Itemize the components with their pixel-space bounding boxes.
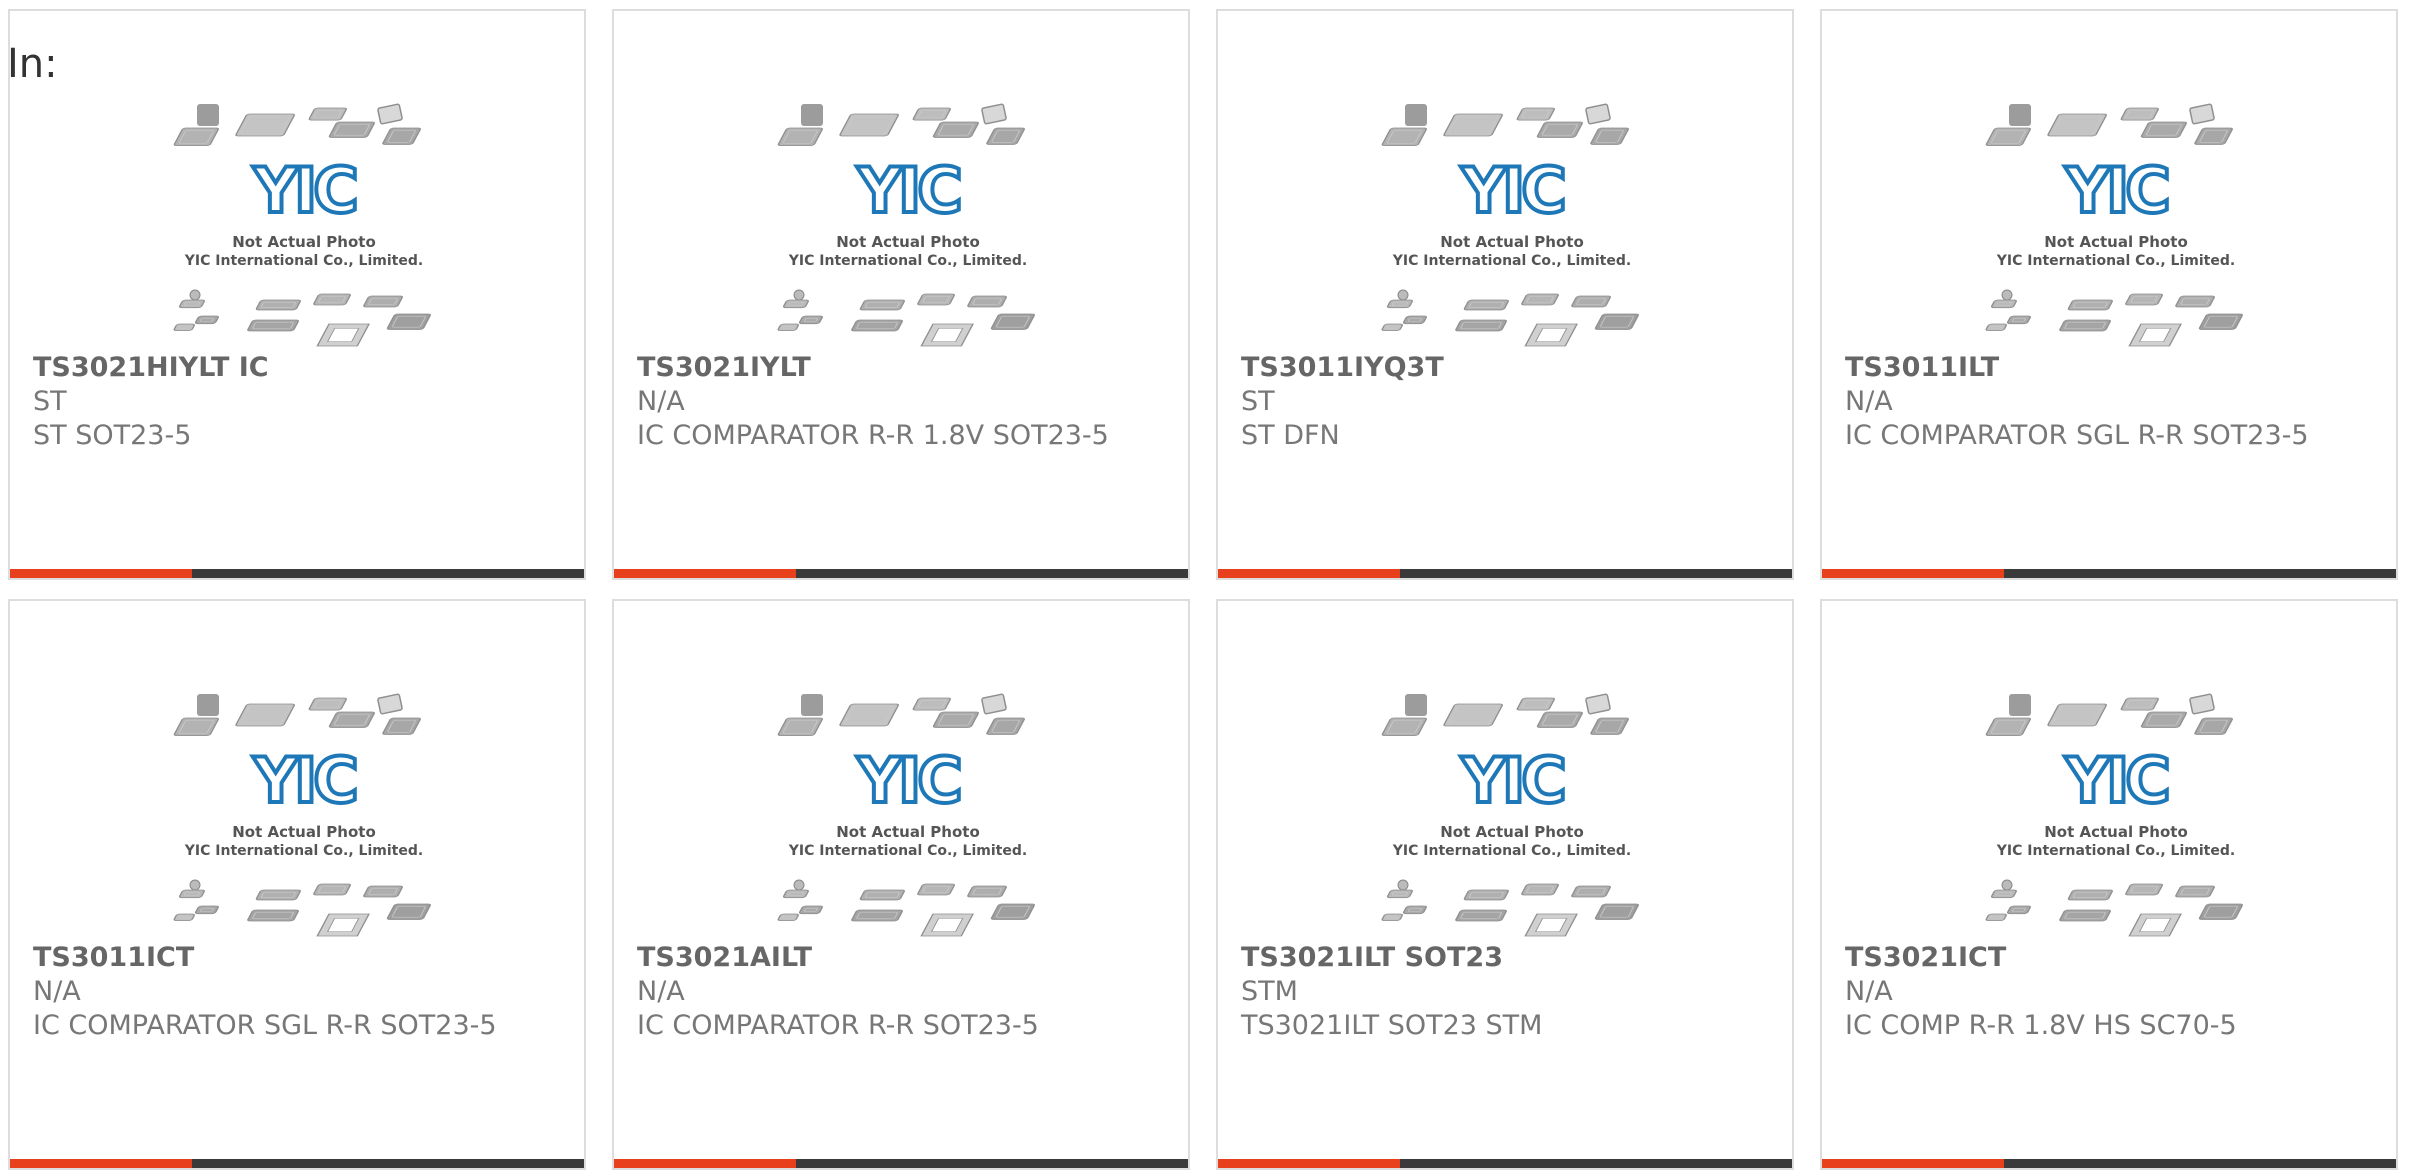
svg-text:YIC: YIC (2064, 744, 2167, 817)
chip-packages-placeholder-icon: YIC Not Actual Photo YIC International Co.… (773, 102, 1043, 350)
svg-text:YIC: YIC (1460, 744, 1563, 817)
svg-text:YIC: YIC (252, 154, 355, 227)
chip-packages-placeholder-icon: YIC Not Actual Photo YIC International Co.… (773, 692, 1043, 940)
chip-packages-placeholder-icon: YIC Not Actual Photo YIC International Co.… (169, 102, 439, 350)
chip-packages-placeholder-icon: YIC Not Actual Photo YIC International Co.… (169, 692, 439, 940)
svg-text:Not Actual Photo: Not Actual Photo (1440, 233, 1584, 251)
card-bottom-bar (614, 569, 1188, 578)
product-card[interactable]: YIC Not Actual Photo YIC International Co.… (8, 599, 586, 1170)
product-manufacturer: N/A (637, 976, 685, 1007)
svg-text:YIC International Co., Limited: YIC International Co., Limited. (1996, 253, 2235, 269)
svg-text:YIC: YIC (252, 744, 355, 817)
results-heading: In: (7, 41, 58, 87)
product-manufacturer: ST (1241, 386, 1275, 417)
product-manufacturer: N/A (33, 976, 81, 1007)
product-part-number: TS3011ILT (1845, 352, 2000, 383)
svg-text:YIC International Co., Limited: YIC International Co., Limited. (788, 253, 1027, 269)
product-description: ST SOT23-5 (33, 420, 192, 451)
svg-text:Not Actual Photo: Not Actual Photo (232, 233, 376, 251)
product-card[interactable]: YIC Not Actual Photo YIC International Co.… (1820, 9, 2398, 580)
product-part-number: TS3021ILT SOT23 (1241, 942, 1503, 973)
product-card[interactable]: YIC Not Actual Photo YIC International Co.… (1820, 599, 2398, 1170)
product-card[interactable]: YIC Not Actual Photo YIC International Co.… (612, 599, 1190, 1170)
svg-text:YIC International Co., Limited: YIC International Co., Limited. (184, 253, 423, 269)
card-bottom-bar (1822, 569, 2396, 578)
product-card[interactable]: YIC Not Actual Photo YIC International Co.… (1216, 9, 1794, 580)
chip-packages-placeholder-icon: YIC Not Actual Photo YIC International Co.… (1377, 692, 1647, 940)
card-bottom-bar (10, 569, 584, 578)
product-part-number: TS3021ICT (1845, 942, 2007, 973)
product-card[interactable]: YIC Not Actual Photo YIC International Co.… (612, 9, 1190, 580)
product-description: IC COMPARATOR R-R 1.8V SOT23-5 (637, 420, 1109, 451)
product-grid: YIC Not Actual Photo YIC International Co.… (8, 9, 2400, 1170)
svg-text:YIC: YIC (1460, 154, 1563, 227)
svg-text:YIC International Co., Limited: YIC International Co., Limited. (1996, 843, 2235, 859)
product-manufacturer: N/A (1845, 386, 1893, 417)
product-description: IC COMP R-R 1.8V HS SC70-5 (1845, 1010, 2237, 1041)
chip-packages-placeholder-icon: YIC Not Actual Photo YIC International Co.… (1981, 102, 2251, 350)
product-manufacturer: N/A (637, 386, 685, 417)
product-card[interactable]: YIC Not Actual Photo YIC International Co.… (8, 9, 586, 580)
svg-text:YIC International Co., Limited: YIC International Co., Limited. (1392, 843, 1631, 859)
product-part-number: TS3021IYLT (637, 352, 811, 383)
svg-text:YIC: YIC (2064, 154, 2167, 227)
card-bar-accent (10, 569, 192, 578)
product-description: IC COMPARATOR SGL R-R SOT23-5 (33, 1010, 497, 1041)
product-description: ST DFN (1241, 420, 1340, 451)
product-manufacturer: ST (33, 386, 67, 417)
svg-text:Not Actual Photo: Not Actual Photo (836, 823, 980, 841)
chip-packages-placeholder-icon: YIC Not Actual Photo YIC International Co.… (1377, 102, 1647, 350)
product-part-number: TS3021AILT (637, 942, 813, 973)
product-part-number: TS3011IYQ3T (1241, 352, 1444, 383)
product-description: IC COMPARATOR SGL R-R SOT23-5 (1845, 420, 2309, 451)
card-bottom-bar (1218, 569, 1792, 578)
svg-text:YIC International Co., Limited: YIC International Co., Limited. (1392, 253, 1631, 269)
product-part-number: TS3011ICT (33, 942, 195, 973)
product-manufacturer: STM (1241, 976, 1298, 1007)
svg-text:YIC: YIC (856, 744, 959, 817)
product-description: IC COMPARATOR R-R SOT23-5 (637, 1010, 1039, 1041)
svg-text:Not Actual Photo: Not Actual Photo (836, 233, 980, 251)
svg-text:Not Actual Photo: Not Actual Photo (232, 823, 376, 841)
card-bar-accent (1218, 569, 1400, 578)
svg-text:Not Actual Photo: Not Actual Photo (2044, 233, 2188, 251)
svg-text:Not Actual Photo: Not Actual Photo (1440, 823, 1584, 841)
card-bar-accent (614, 569, 796, 578)
svg-text:YIC International Co., Limited: YIC International Co., Limited. (788, 843, 1027, 859)
svg-text:YIC: YIC (856, 154, 959, 227)
product-manufacturer: N/A (1845, 976, 1893, 1007)
card-bar-accent (1822, 569, 2004, 578)
chip-packages-placeholder-icon: YIC Not Actual Photo YIC International Co.… (1981, 692, 2251, 940)
product-card[interactable]: YIC Not Actual Photo YIC International Co.… (1216, 599, 1794, 1170)
product-part-number: TS3021HIYLT IC (33, 352, 269, 383)
svg-text:YIC International Co., Limited: YIC International Co., Limited. (184, 843, 423, 859)
product-description: TS3021ILT SOT23 STM (1241, 1010, 1543, 1041)
svg-text:Not Actual Photo: Not Actual Photo (2044, 823, 2188, 841)
